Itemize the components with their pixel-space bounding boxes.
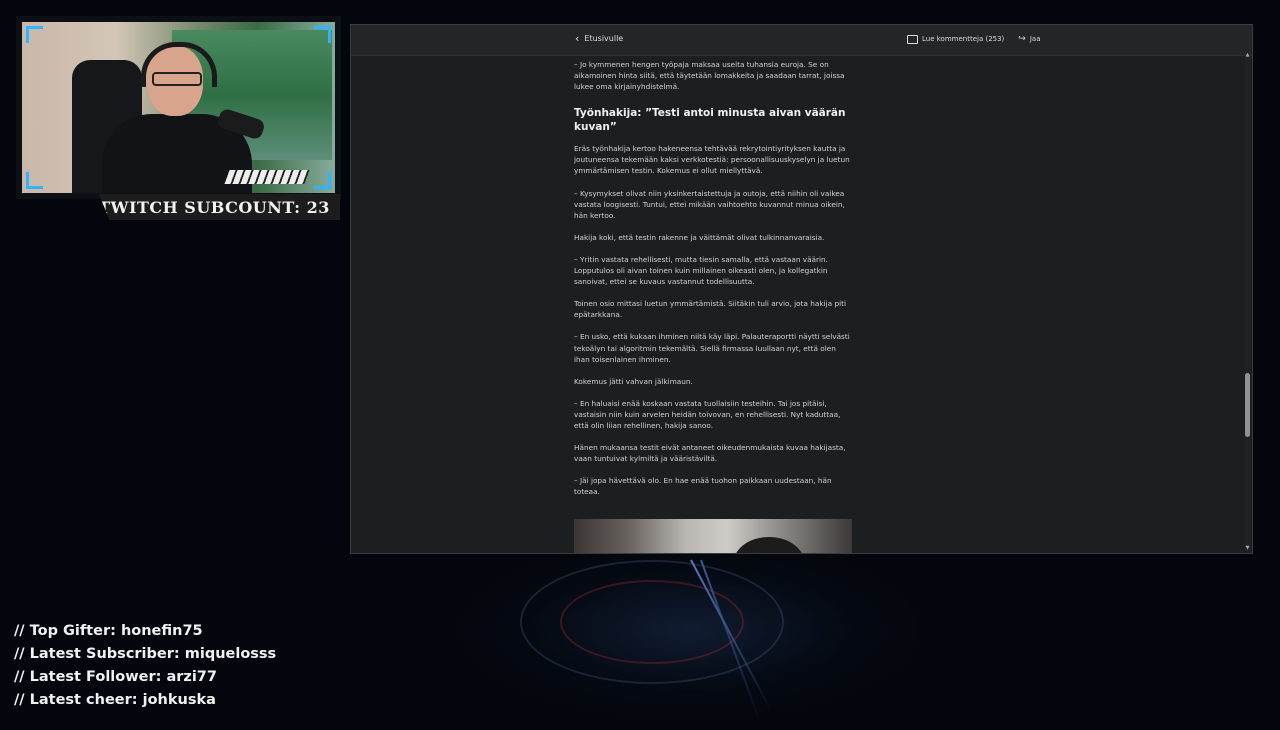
webcam-feed (22, 22, 335, 193)
article-paragraph: – En usko, että kukaan ihminen niitä käy… (574, 332, 850, 364)
article-image-figure (734, 537, 804, 553)
latest-cheer: // Latest cheer: johkuska (14, 692, 216, 708)
back-link[interactable]: ‹ Etusivulle (575, 31, 624, 45)
frame-corner (314, 26, 331, 43)
share-icon: ↪ (1018, 34, 1026, 44)
stream-stats: // Top Gifter: honefin75 // Latest Subsc… (14, 620, 276, 712)
comment-icon (907, 34, 918, 44)
frame-corner (314, 172, 331, 189)
article-paragraph: – Jäi jopa hävettävä olo. En hae enää tu… (574, 476, 832, 497)
back-link-label: Etusivulle (584, 34, 624, 43)
top-gifter: // Top Gifter: honefin75 (14, 623, 203, 639)
comments-link-label: Lue kommentteja (253) (922, 35, 1005, 43)
share-button[interactable]: ↪ Jaa (1018, 34, 1040, 44)
article-paragraph: Kokemus jätti vahvan jälkimaun. (574, 376, 693, 386)
latest-follower: // Latest Follower: arzi77 (14, 669, 217, 685)
article-actions: Lue kommentteja (253) ↪ Jaa (907, 34, 1041, 44)
article-paragraph: Hänen mukaansa testit eivät antaneet oik… (574, 443, 846, 464)
webcam-keyboard (224, 170, 310, 184)
article-paragraph: Toinen osio mittasi luetun ymmärtämistä.… (574, 299, 846, 320)
article-paragraph: – Jo kymmenen hengen työpaja maksaa usei… (574, 60, 845, 92)
browser-window: ‹ Etusivulle Lue kommentteja (253) ↪ Jaa… (350, 24, 1253, 554)
scrollbar[interactable] (1245, 55, 1250, 551)
article-paragraph: – Kysymykset olivat niin yksinkertaistet… (574, 188, 845, 220)
article-paragraph: – Yritin vastata rehellisesti, mutta tie… (574, 254, 828, 287)
article-paragraph: Eräs työnhakija kertoo hakeneensa tehtäv… (574, 144, 850, 176)
background-ring-inner (560, 580, 744, 664)
frame-corner (26, 26, 43, 43)
article-body: – Jo kymmenen hengen työpaja maksaa usei… (574, 59, 852, 508)
scrollbar-thumb[interactable] (1245, 373, 1250, 437)
article-nav-bar: ‹ Etusivulle Lue kommentteja (253) ↪ Jaa (351, 25, 1252, 56)
chevron-left-icon: ‹ (575, 31, 580, 45)
article-image (574, 519, 852, 553)
article-paragraph: Hakija koki, että testin rakenne ja väit… (574, 232, 825, 242)
share-button-label: Jaa (1029, 35, 1041, 43)
scroll-up-icon[interactable]: ▲ (1245, 53, 1250, 58)
frame-corner (26, 172, 43, 189)
article-paragraph: – En haluaisi enää koskaan vastata tuoll… (574, 398, 841, 430)
subcount-banner: TWITCH SUBCOUNT: 23 (98, 194, 340, 220)
webcam-frame (16, 16, 341, 199)
latest-subscriber: // Latest Subscriber: miquelosss (14, 646, 277, 662)
scroll-down-icon[interactable]: ▼ (1245, 546, 1250, 551)
comments-link[interactable]: Lue kommentteja (253) (907, 34, 1005, 44)
article-heading: Työnhakija: ”Testi antoi minusta aivan v… (574, 107, 846, 134)
